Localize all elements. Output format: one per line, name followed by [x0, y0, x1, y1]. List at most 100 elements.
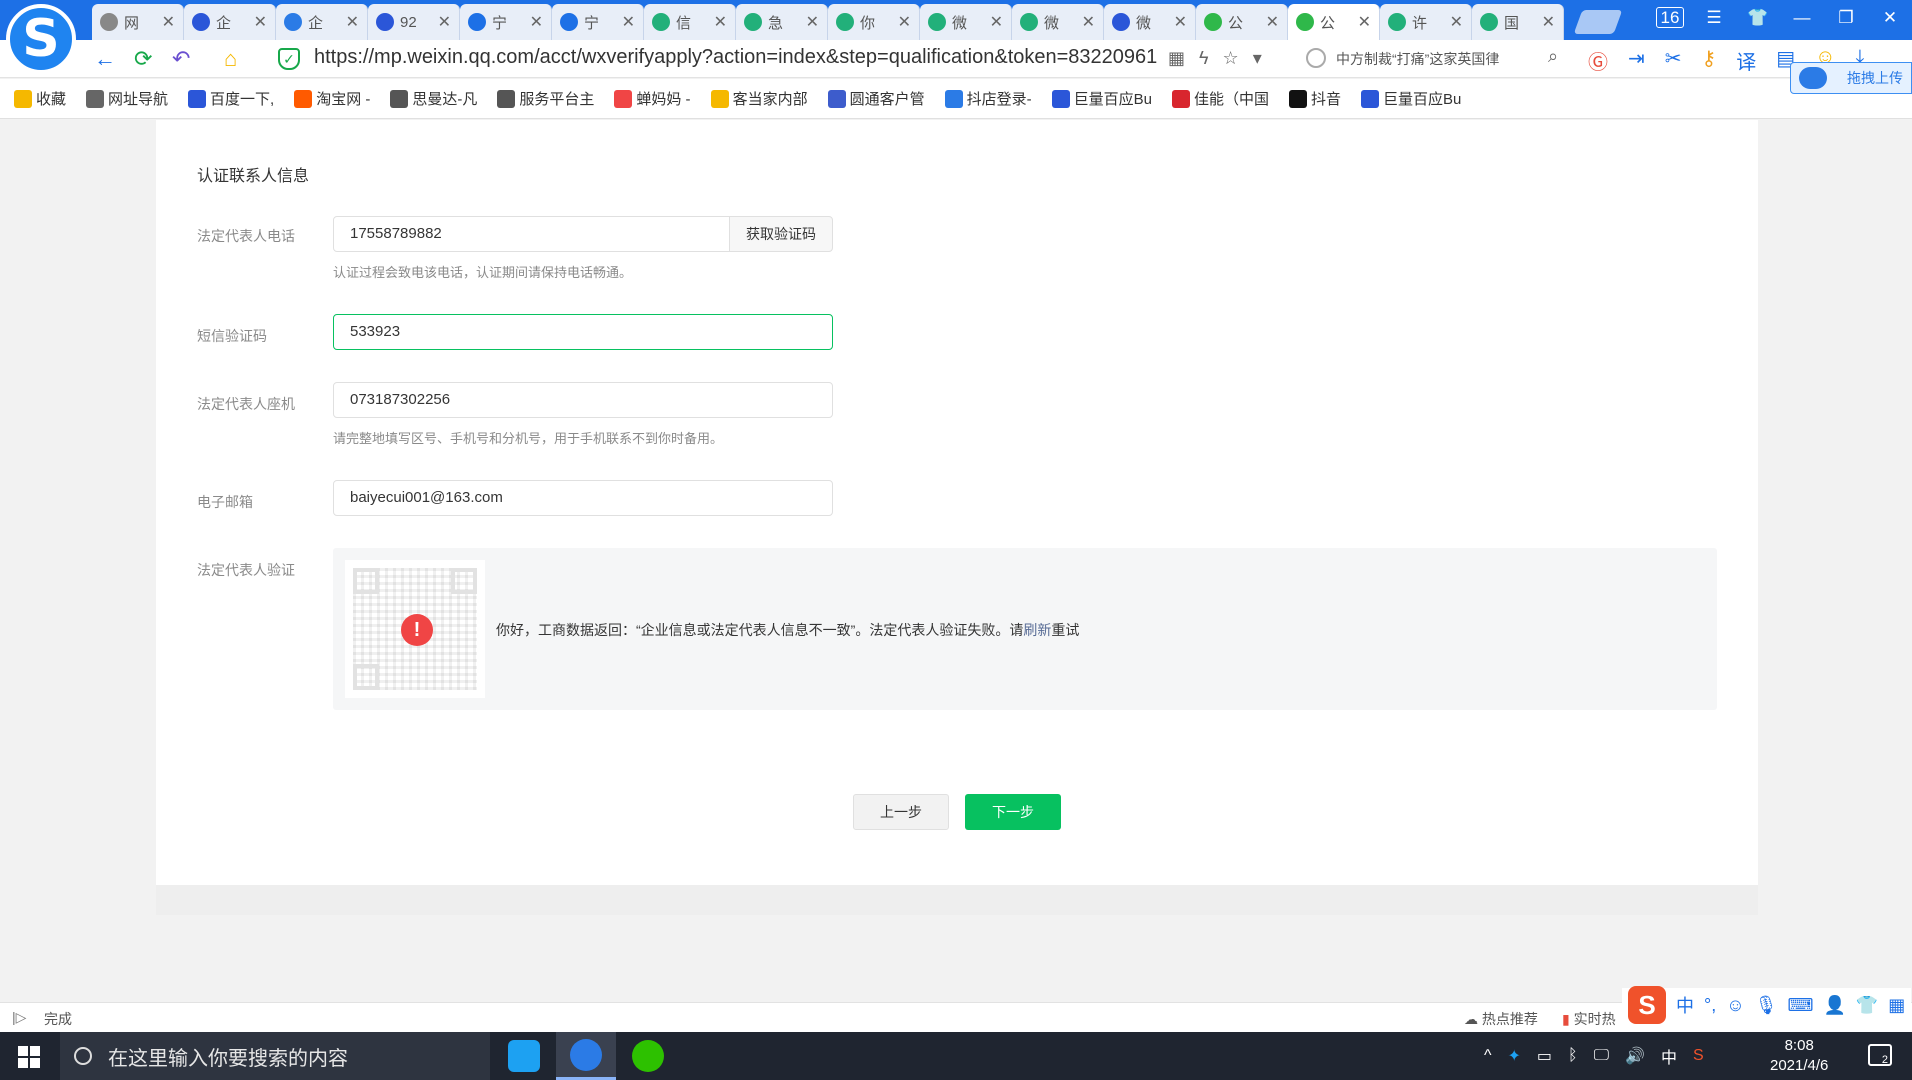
- undo-icon[interactable]: ↶: [172, 46, 190, 72]
- sidebar-toggle-icon[interactable]: |▷: [12, 1009, 26, 1026]
- tab-close-icon[interactable]: ✕: [1266, 12, 1279, 32]
- bookmark-item[interactable]: 网址导航: [86, 88, 168, 109]
- windows-start-icon[interactable]: [18, 1046, 40, 1068]
- browser-tab[interactable]: 急 ✕: [736, 4, 828, 40]
- notification-center-icon[interactable]: 2: [1868, 1044, 1892, 1066]
- grid-icon[interactable]: ▦: [1888, 995, 1905, 1016]
- bookmark-item[interactable]: 服务平台主: [497, 88, 594, 109]
- translate-box-icon[interactable]: 译: [1736, 46, 1756, 75]
- tab-close-icon[interactable]: ✕: [346, 12, 359, 32]
- tab-close-icon[interactable]: ✕: [714, 12, 727, 32]
- minimize-icon[interactable]: —: [1780, 8, 1824, 28]
- taskbar-app-wechat[interactable]: [618, 1032, 678, 1080]
- bookmark-item[interactable]: 淘宝网 -: [294, 88, 370, 109]
- tab-close-icon[interactable]: ✕: [438, 12, 451, 32]
- news-ticker[interactable]: 中方制裁“打痛”这家英国律: [1336, 49, 1566, 69]
- back-icon[interactable]: ←: [94, 46, 116, 72]
- bluetooth-icon[interactable]: ᛒ: [1568, 1047, 1578, 1065]
- tab-close-icon[interactable]: ✕: [1174, 12, 1187, 32]
- star-icon[interactable]: ☆: [1223, 48, 1239, 69]
- landline-input[interactable]: 073187302256: [333, 382, 833, 418]
- dropdown-icon[interactable]: ▾: [1253, 48, 1262, 69]
- bookmark-item[interactable]: 思曼达-凡: [390, 88, 477, 109]
- punctuation-icon[interactable]: °,: [1704, 995, 1716, 1016]
- translate-icon[interactable]: Ⓖ: [1588, 46, 1608, 75]
- bookmark-item[interactable]: 巨量百应Bu: [1051, 88, 1152, 109]
- clock[interactable]: 8:08 2021/4/6: [1770, 1036, 1828, 1076]
- refresh-icon[interactable]: ⟳: [134, 46, 152, 72]
- refresh-link[interactable]: 刷新: [1023, 622, 1051, 638]
- browser-tab[interactable]: 公 ✕: [1288, 4, 1380, 40]
- keyboard-icon[interactable]: ⌨: [1787, 995, 1813, 1016]
- ime-mode[interactable]: 中: [1676, 992, 1694, 1018]
- bookmark-item[interactable]: 客当家内部: [710, 88, 808, 109]
- drag-upload-button[interactable]: 拖拽上传: [1790, 62, 1912, 94]
- tab-count-badge[interactable]: 16: [1648, 7, 1692, 28]
- browser-tab[interactable]: 微 ✕: [1104, 4, 1196, 40]
- bookmark-item[interactable]: 收藏: [14, 88, 66, 109]
- tray-bird-icon[interactable]: ✦: [1508, 1046, 1521, 1066]
- search-icon[interactable]: ⌕: [1548, 46, 1558, 67]
- get-code-button[interactable]: 获取验证码: [729, 216, 833, 252]
- tab-close-icon[interactable]: ✕: [530, 12, 543, 32]
- browser-tab[interactable]: 宁 ✕: [552, 4, 644, 40]
- maximize-icon[interactable]: ❐: [1824, 8, 1868, 28]
- url-input[interactable]: https://mp.weixin.qq.com/acct/wxverifyap…: [314, 46, 1164, 69]
- emoji-icon[interactable]: ☺: [1726, 995, 1744, 1016]
- tray-sogou-icon[interactable]: S: [1693, 1047, 1704, 1065]
- browser-tab[interactable]: 信 ✕: [644, 4, 736, 40]
- browser-tab[interactable]: 你 ✕: [828, 4, 920, 40]
- browser-tab[interactable]: 国 ✕: [1472, 4, 1564, 40]
- browser-tab[interactable]: 网 ✕: [92, 4, 184, 40]
- mic-icon[interactable]: 🎙: [1755, 995, 1778, 1016]
- bookmark-item[interactable]: 抖店登录-: [944, 88, 1032, 109]
- tab-close-icon[interactable]: ✕: [990, 12, 1003, 32]
- tab-close-icon[interactable]: ✕: [622, 12, 635, 32]
- browser-tab[interactable]: 微 ✕: [1012, 4, 1104, 40]
- browser-tab[interactable]: 宁 ✕: [460, 4, 552, 40]
- taskbar-app-browser[interactable]: [556, 1032, 616, 1080]
- prev-step-button[interactable]: 上一步: [853, 794, 949, 830]
- browser-tab[interactable]: 企 ✕: [276, 4, 368, 40]
- realtime-hot[interactable]: ▮ 实时热: [1562, 1009, 1616, 1029]
- login-icon[interactable]: ⇥: [1628, 46, 1645, 75]
- sogou-browser-logo[interactable]: S: [6, 4, 76, 74]
- browser-tab[interactable]: 公 ✕: [1196, 4, 1288, 40]
- taskbar-search[interactable]: 在这里输入你要搜索的内容: [60, 1032, 490, 1080]
- tab-close-icon[interactable]: ✕: [1082, 12, 1095, 32]
- browser-tab[interactable]: 企 ✕: [184, 4, 276, 40]
- sms-code-input[interactable]: 533923: [333, 314, 833, 350]
- hot-recommend[interactable]: ☁ 热点推荐: [1464, 1009, 1538, 1029]
- tray-lang[interactable]: 中: [1661, 1044, 1677, 1068]
- key-icon[interactable]: ⚷: [1702, 46, 1717, 75]
- home-icon[interactable]: ⌂: [224, 46, 237, 72]
- close-window-icon[interactable]: ✕: [1868, 8, 1912, 28]
- browser-tab[interactable]: 微 ✕: [920, 4, 1012, 40]
- sogou-ime-icon[interactable]: S: [1628, 986, 1666, 1024]
- bookmark-item[interactable]: 圆通客户管: [827, 88, 925, 109]
- tab-close-icon[interactable]: ✕: [254, 12, 267, 32]
- skin-ime-icon[interactable]: 👕: [1856, 995, 1878, 1016]
- email-input[interactable]: baiyecui001@163.com: [333, 480, 833, 516]
- battery-icon[interactable]: ▭: [1537, 1046, 1552, 1066]
- lightning-icon[interactable]: ϟ: [1199, 48, 1209, 69]
- tab-close-icon[interactable]: ✕: [806, 12, 819, 32]
- user-icon[interactable]: 👤: [1823, 995, 1845, 1016]
- qr-icon[interactable]: ▦: [1168, 48, 1185, 69]
- bookmark-item[interactable]: 巨量百应Bu: [1360, 88, 1461, 109]
- bookmark-item[interactable]: 百度一下,: [188, 88, 274, 109]
- skin-icon[interactable]: 👕: [1736, 8, 1780, 28]
- volume-icon[interactable]: 🔊: [1625, 1046, 1645, 1066]
- browser-tab[interactable]: 92 ✕: [368, 4, 460, 40]
- menu-icon[interactable]: ☰: [1692, 8, 1736, 28]
- taskbar-app-twitter[interactable]: [494, 1032, 554, 1080]
- tab-close-icon[interactable]: ✕: [1542, 12, 1555, 32]
- tray-expand-icon[interactable]: ^: [1484, 1047, 1492, 1065]
- phone-input[interactable]: 17558789882: [333, 216, 730, 252]
- network-icon[interactable]: 🖵: [1594, 1047, 1609, 1065]
- tab-close-icon[interactable]: ✕: [898, 12, 911, 32]
- tab-close-icon[interactable]: ✕: [1358, 12, 1371, 32]
- browser-tab[interactable]: 许 ✕: [1380, 4, 1472, 40]
- bookmark-item[interactable]: 蝉妈妈 -: [614, 88, 691, 109]
- new-tab-button[interactable]: [1573, 10, 1623, 34]
